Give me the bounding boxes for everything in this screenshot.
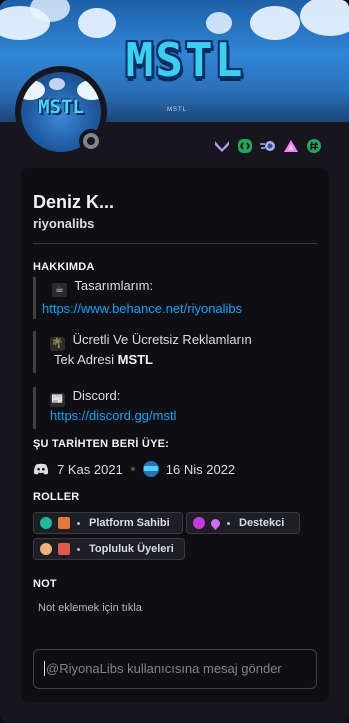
ads-line2-bold: MSTL xyxy=(117,352,153,367)
ads-line1: Ücretli Ve Ücretsiz Reklamların xyxy=(72,332,252,347)
server-join-date: 16 Nis 2022 xyxy=(165,461,236,477)
profile-body: Deniz K... riyonalibs HAKKIMDA ☕ Tasarım… xyxy=(21,168,329,702)
discord-label: Discord: xyxy=(72,388,121,403)
boost-orbs-icon[interactable] xyxy=(259,137,277,155)
divider xyxy=(33,243,317,244)
ads-line2-prefix: Tek Adresi xyxy=(54,352,114,367)
about-title: HAKKIMDA xyxy=(33,261,95,273)
avatar-logo: MSTL xyxy=(38,96,84,118)
coffee-icon: ☕ xyxy=(52,283,67,297)
active-developer-icon[interactable] xyxy=(236,137,254,155)
message-input[interactable]: @RiyonaLibs kullanıcısına mesaj gönder xyxy=(33,649,317,689)
role-destekci[interactable]: Destekci xyxy=(186,512,300,534)
role-color-dot xyxy=(40,517,52,529)
message-placeholder: @RiyonaLibs kullanıcısına mesaj gönder xyxy=(46,661,282,676)
role-color-dot xyxy=(40,543,52,555)
role-icon xyxy=(58,517,70,529)
member-since-row: 7 Kas 2021 16 Nis 2022 xyxy=(33,461,235,477)
hypesquad-triangle-icon[interactable] xyxy=(282,137,300,155)
discord-invite-link[interactable]: https://discord.gg/mstl xyxy=(50,407,176,425)
banner-logo: MSTL xyxy=(125,33,245,87)
note-input[interactable]: Not eklemek için tıkla xyxy=(38,602,142,614)
about-block-discord: 📰 Discord: https://discord.gg/mstl xyxy=(33,387,176,429)
about-block-designs: ☕ Tasarımlarım: https://www.behance.net/… xyxy=(33,277,242,319)
note-title: NOT xyxy=(33,578,57,590)
discord-logo-icon xyxy=(33,463,49,475)
newspaper-icon: 📰 xyxy=(50,393,65,407)
designs-label: Tasarımlarım: xyxy=(74,278,154,293)
role-topluluk-uyeleri[interactable]: Topluluk Üyeleri xyxy=(33,538,185,560)
role-color-dot xyxy=(193,517,205,529)
discord-join-date: 7 Kas 2021 xyxy=(57,461,123,477)
hashtag-badge-icon[interactable] xyxy=(305,137,323,155)
role-icon xyxy=(58,543,70,555)
behance-link[interactable]: https://www.behance.net/riyonalibs xyxy=(42,300,242,318)
about-block-ads: 🌴 Ücretli Ve Ücretsiz Reklamların Tek Ad… xyxy=(33,331,252,373)
role-name: Destekci xyxy=(239,517,285,529)
username: riyonalibs xyxy=(33,216,95,231)
nitro-chevron-icon[interactable] xyxy=(213,137,231,155)
palm-tree-icon: 🌴 xyxy=(50,337,65,351)
roles-title: ROLLER xyxy=(33,491,80,503)
display-name: Deniz K... xyxy=(33,192,115,212)
status-indicator-offline xyxy=(79,129,103,153)
role-platform-sahibi[interactable]: Platform Sahibi xyxy=(33,512,183,534)
member-since-title: ŞU TARİHTEN BERİ ÜYE: xyxy=(33,438,170,450)
role-name: Platform Sahibi xyxy=(89,517,170,529)
gem-icon xyxy=(209,516,222,530)
user-profile-popout: MSTL MSTL MSTL Deniz K... riyonalibs HAK… xyxy=(0,0,349,723)
server-icon[interactable] xyxy=(142,461,159,477)
role-name: Topluluk Üyeleri xyxy=(89,543,174,555)
profile-badges xyxy=(213,137,323,155)
separator-dot xyxy=(130,467,135,471)
banner-sub: MSTL xyxy=(167,107,188,113)
